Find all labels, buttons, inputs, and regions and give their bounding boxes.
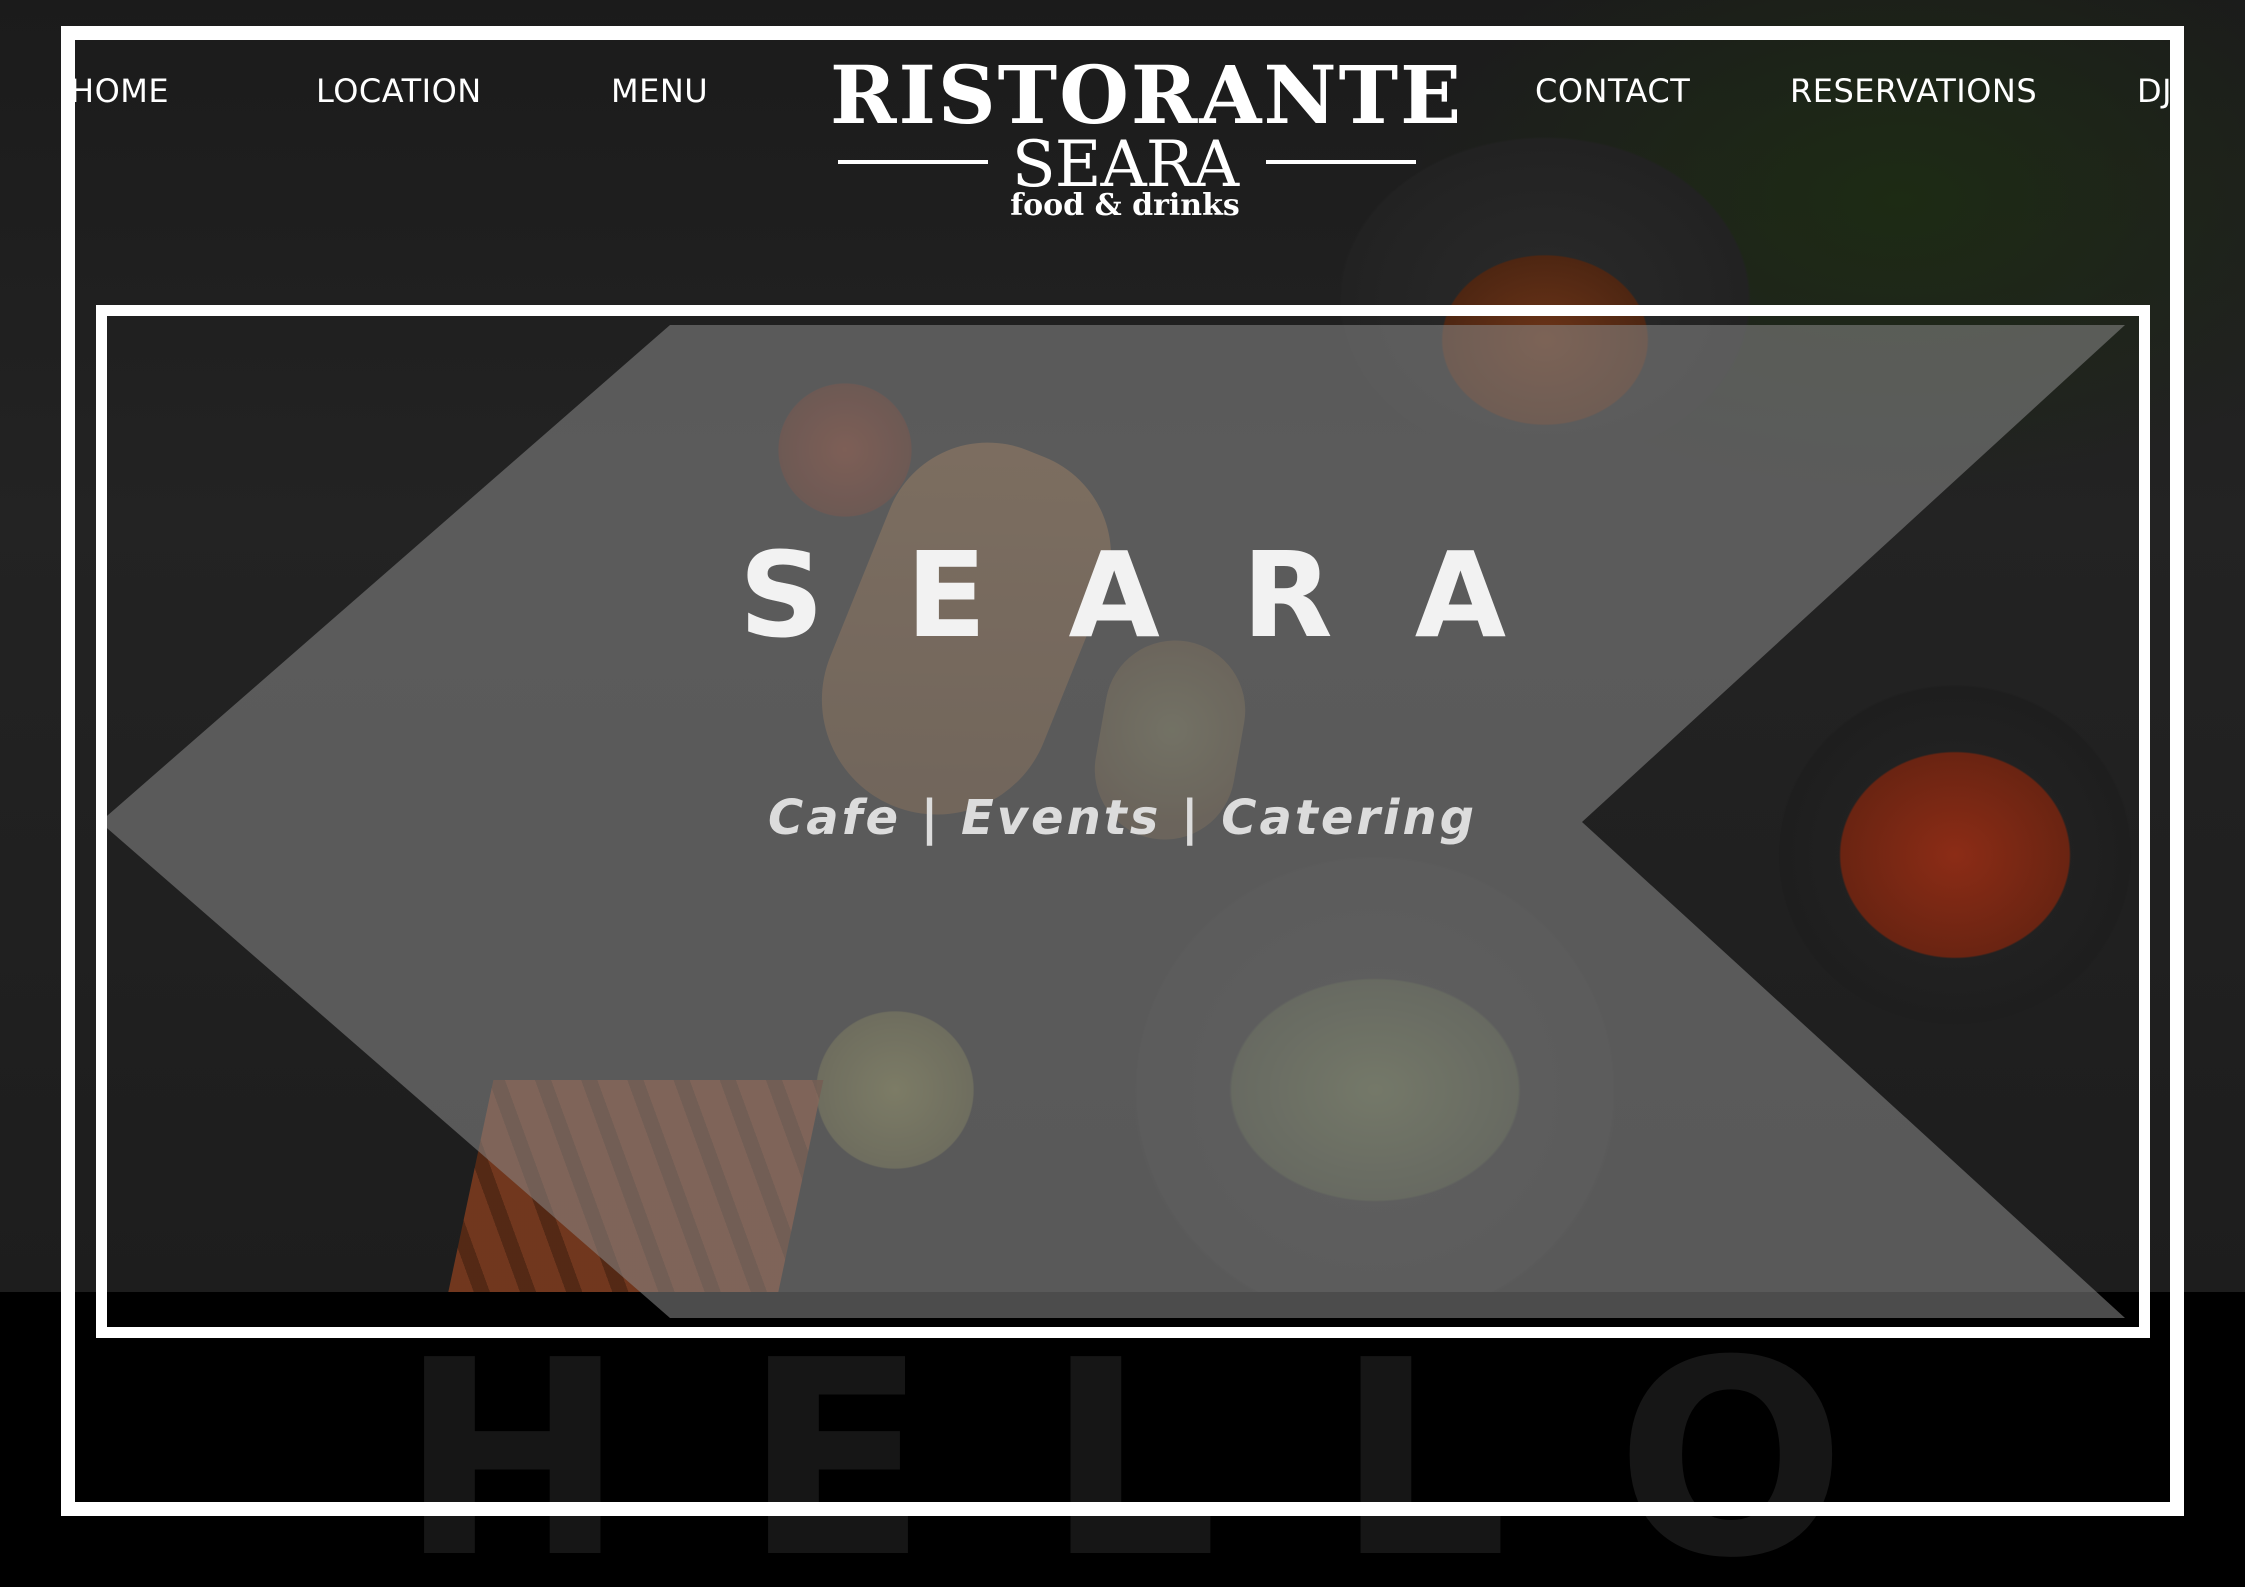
nav-contact[interactable]: CONTACT <box>1535 72 1690 110</box>
logo-tagline: food & drinks <box>1010 188 1240 223</box>
hero-subtitle: Cafe | Events | Catering <box>767 790 1478 846</box>
page: HELLO HOME LOCATION MENU CONTACT RESERVA… <box>0 0 2245 1587</box>
nav-reservations[interactable]: RESERVATIONS <box>1790 72 2037 110</box>
hero-title: SEARA <box>738 526 1589 664</box>
nav-menu[interactable]: MENU <box>611 72 708 110</box>
nav-dj[interactable]: DJ <box>2137 72 2172 110</box>
logo-ristorante: RISTORANTE <box>830 48 1464 142</box>
nav-location[interactable]: LOCATION <box>316 72 482 110</box>
ristorante-seara-logo[interactable]: RISTORANTE SEARA food & drinks <box>830 48 1464 230</box>
nav-home[interactable]: HOME <box>70 72 169 110</box>
logo-divider-right <box>1266 160 1416 164</box>
